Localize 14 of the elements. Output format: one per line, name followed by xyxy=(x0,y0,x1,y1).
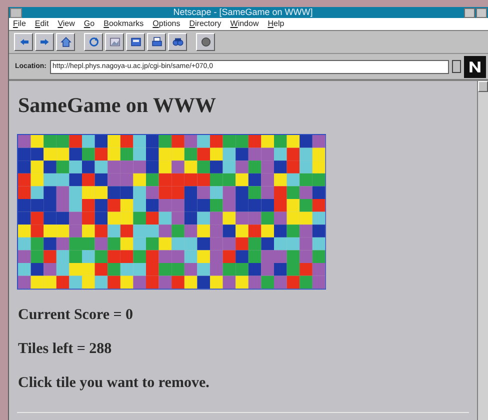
page-heading: SameGame on WWW xyxy=(18,93,217,118)
menu-item[interactable]: File xyxy=(13,18,26,30)
menu-item[interactable]: Window xyxy=(230,18,259,30)
menu-item[interactable]: Edit xyxy=(34,18,49,30)
status-text: Current Score = 0 xyxy=(18,306,134,324)
menu-item[interactable]: Bookmarks xyxy=(104,18,144,30)
menu-item[interactable]: View xyxy=(58,18,75,30)
status-text: Tiles left = 288 xyxy=(18,340,113,358)
menu-item[interactable]: Go xyxy=(84,18,95,30)
menu-item[interactable]: Directory xyxy=(189,18,222,30)
menu-item[interactable]: Options xyxy=(152,18,180,30)
menu-item[interactable]: Help xyxy=(268,18,284,30)
status-text: Click tile you want to remove. xyxy=(18,374,210,392)
window-title: Netscape - [SameGame on WWW] xyxy=(172,7,314,18)
